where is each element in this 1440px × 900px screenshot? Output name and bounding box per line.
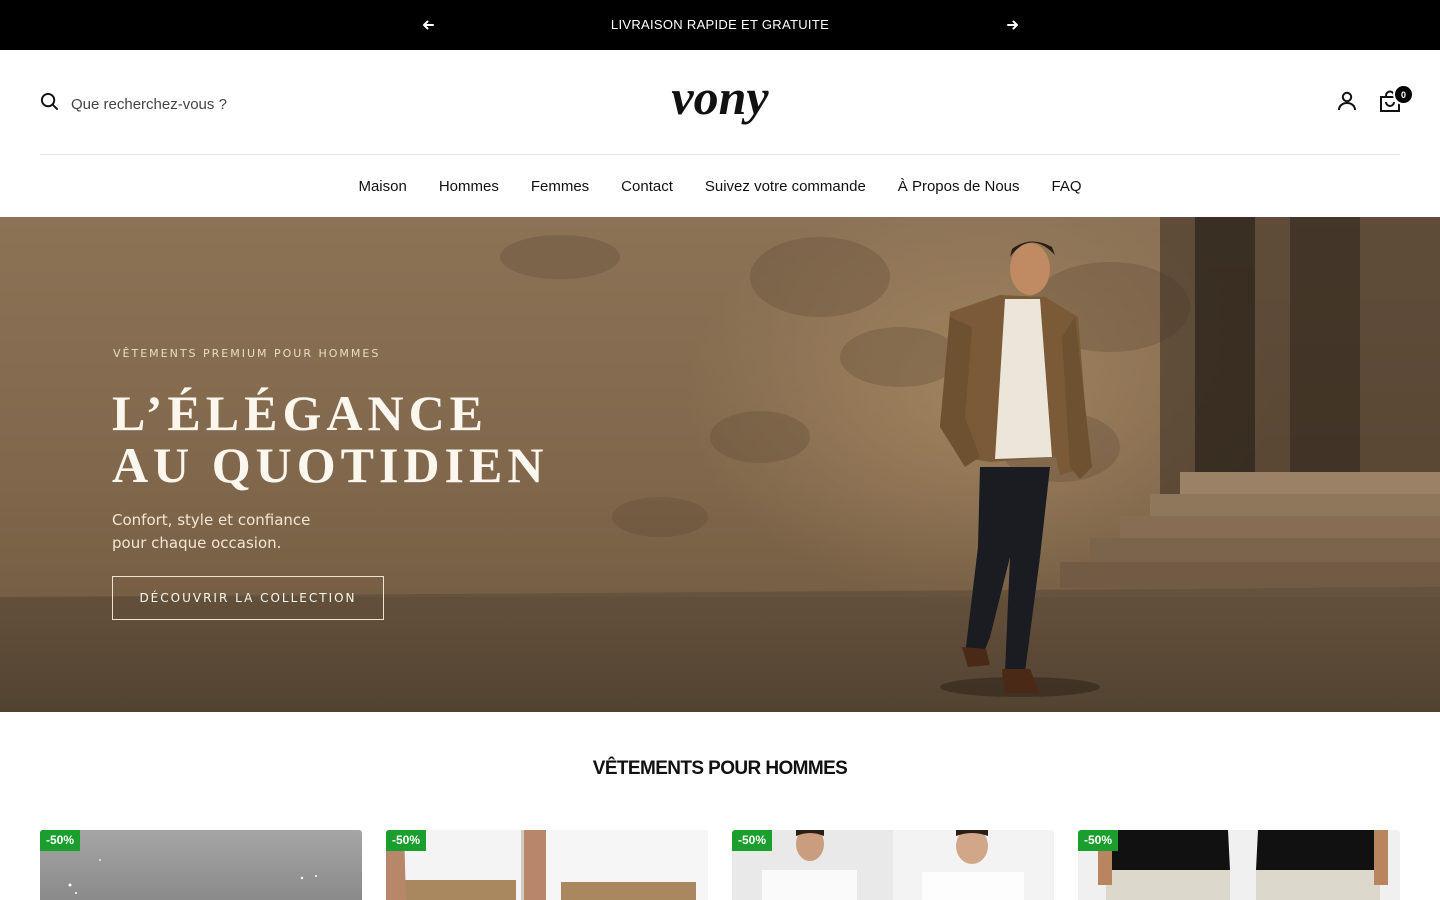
- sale-badge: -50%: [40, 830, 81, 851]
- sale-badge: -50%: [1078, 830, 1119, 851]
- logo[interactable]: vony: [640, 69, 800, 132]
- hero-subtitle-line2: pour chaque occasion.: [112, 534, 282, 552]
- hero-eyebrow: VÊTEMENTS PREMIUM POUR HOMMES: [113, 347, 381, 360]
- arrow-right-icon[interactable]: [1005, 17, 1021, 33]
- nav-item-hommes[interactable]: Hommes: [439, 178, 499, 195]
- product-card[interactable]: -50%: [40, 830, 362, 900]
- search-input[interactable]: [71, 95, 291, 113]
- cart-count-badge: 0: [1393, 84, 1414, 105]
- sale-badge: -50%: [386, 830, 427, 851]
- product-card[interactable]: -50%: [732, 830, 1054, 900]
- site-header: vony 0: [0, 50, 1440, 154]
- nav-item-contact[interactable]: Contact: [621, 178, 673, 195]
- main-nav: Maison Hommes Femmes Contact Suivez votr…: [0, 155, 1440, 217]
- nav-item-femmes[interactable]: Femmes: [531, 178, 589, 195]
- product-image: [1098, 830, 1388, 900]
- discover-collection-button[interactable]: DÉCOUVRIR LA COLLECTION: [112, 576, 384, 620]
- user-icon[interactable]: [1336, 90, 1358, 112]
- section-title: VÊTEMENTS POUR HOMMES: [592, 758, 848, 779]
- search-box[interactable]: [40, 92, 291, 116]
- product-image: [386, 830, 708, 900]
- hero-banner: VÊTEMENTS PREMIUM POUR HOMMES L’ÉLÉGANCE…: [0, 217, 1440, 712]
- nav-item-suivez-commande[interactable]: Suivez votre commande: [705, 178, 866, 195]
- nav-item-maison[interactable]: Maison: [358, 178, 406, 195]
- nav-item-a-propos[interactable]: À Propos de Nous: [898, 178, 1020, 195]
- hero-subtitle: Confort, style et confiance pour chaque …: [112, 509, 372, 555]
- cart-button[interactable]: 0: [1378, 84, 1414, 114]
- sale-badge: -50%: [732, 830, 773, 851]
- hero-title: L’ÉLÉGANCE AU QUOTIDIEN: [112, 387, 548, 491]
- product-card[interactable]: -50%: [386, 830, 708, 900]
- nav-item-faq[interactable]: FAQ: [1052, 178, 1082, 195]
- product-card[interactable]: -50%: [1078, 830, 1400, 900]
- product-image: [762, 830, 1054, 900]
- hero-title-line1: L’ÉLÉGANCE: [112, 385, 489, 441]
- hero-title-line2: AU QUOTIDIEN: [112, 437, 549, 493]
- logo-text: vony: [671, 72, 769, 125]
- search-icon[interactable]: [40, 92, 59, 116]
- announcement-bar: LIVRAISON RAPIDE ET GRATUITE: [0, 0, 1440, 50]
- hero-subtitle-line1: Confort, style et confiance: [112, 511, 311, 529]
- product-image: [68, 859, 317, 894]
- announcement-text: LIVRAISON RAPIDE ET GRATUITE: [610, 17, 830, 32]
- product-grid: -50% -50% -50% -50%: [40, 830, 1400, 900]
